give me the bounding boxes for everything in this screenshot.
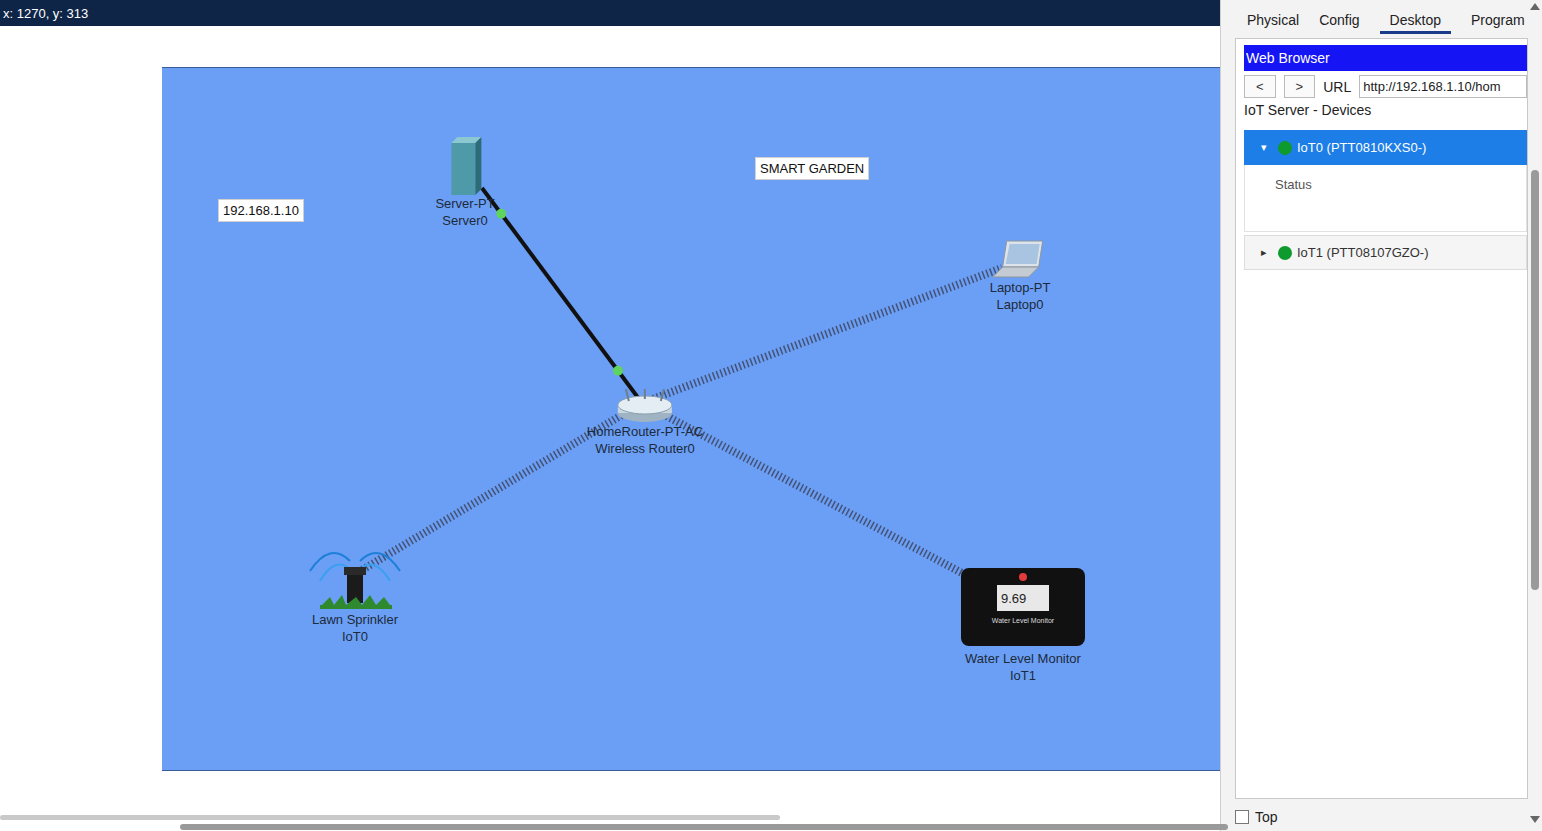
monitor-caption: Water Level Monitor [992, 617, 1054, 624]
node-model: Server-PT [435, 195, 494, 212]
node-name: IoT1 [1010, 667, 1036, 684]
device-label: IoT1 (PTT08107GZO-) [1297, 245, 1428, 260]
scroll-down-icon[interactable] [1530, 816, 1540, 823]
node-model: HomeRouter-PT-AC [587, 423, 703, 440]
link-status-icon [613, 366, 623, 376]
coordinate-bar: x: 1270, y: 313 [0, 0, 1220, 26]
network-canvas[interactable]: 192.168.1.10 SMART GARDEN Server-PTServer0… [162, 67, 1220, 771]
water-level-monitor-icon: 9.69 Water Level Monitor [961, 568, 1085, 646]
device-row[interactable]: ▸ IoT1 (PTT08107GZO-) [1244, 235, 1527, 270]
node-name: Wireless Router0 [595, 440, 695, 457]
node-name: IoT0 [342, 628, 368, 645]
led-icon [1019, 573, 1027, 581]
expand-arrow[interactable]: ▾ [1261, 141, 1273, 154]
wired-link[interactable] [482, 188, 642, 403]
canvas-note[interactable]: 192.168.1.10 [218, 199, 304, 222]
detail-field: Status [1275, 177, 1312, 192]
status-dot-icon [1278, 141, 1292, 155]
url-field[interactable]: http://192.168.1.10/hom [1359, 75, 1527, 98]
scroll-thumb[interactable] [180, 824, 1228, 830]
packet-tracer-window: x: 1270, y: 313 192.168.1.10 SMART GARDEN S… [0, 0, 1542, 831]
web-browser: Web Browser < > URL http://192.168.1.10/hom I… [1235, 38, 1528, 799]
device-row[interactable]: ▾ IoT0 (PTT0810KXS0-) [1244, 130, 1527, 165]
scroll-thumb[interactable] [0, 815, 780, 820]
browser-title: Web Browser [1244, 45, 1527, 71]
monitor-node[interactable]: 9.69 Water Level Monitor Water Level Monit… [961, 568, 1085, 684]
node-name: Server0 [442, 212, 488, 229]
forward-button[interactable]: > [1284, 75, 1316, 98]
server-node[interactable]: Server-PTServer0 [435, 137, 494, 229]
tab[interactable]: Desktop [1380, 8, 1451, 34]
horizontal-scrollbar[interactable] [0, 811, 1220, 831]
router-node[interactable]: HomeRouter-PT-ACWireless Router0 [587, 389, 703, 457]
server-icon [447, 137, 483, 195]
page-heading: IoT Server - Devices [1244, 102, 1527, 118]
back-button[interactable]: < [1244, 75, 1276, 98]
node-model: Water Level Monitor [965, 650, 1081, 667]
node-model: Lawn Sprinkler [312, 611, 398, 628]
node-name: Laptop0 [996, 296, 1043, 313]
coordinates: x: 1270, y: 313 [3, 6, 88, 21]
device-panel: Physical Config Desktop Program Web Browser <… [1220, 0, 1542, 831]
tab[interactable]: Program [1471, 8, 1525, 34]
top-checkbox[interactable] [1235, 810, 1249, 824]
scroll-thumb[interactable] [1531, 170, 1539, 590]
wireless-link[interactable] [642, 268, 1002, 403]
laptop-node[interactable]: Laptop-PTLaptop0 [990, 239, 1051, 313]
links-layer [162, 68, 1220, 772]
work-area: 192.168.1.10 SMART GARDEN Server-PTServer0… [0, 26, 1220, 811]
link-status-icon [496, 209, 506, 219]
canvas-note[interactable]: SMART GARDEN [755, 157, 869, 180]
top-option[interactable]: Top [1235, 809, 1528, 825]
device-details: Status [1244, 165, 1527, 232]
laptop-icon [993, 239, 1047, 279]
monitor-reading: 9.69 [997, 585, 1049, 611]
router-icon [615, 389, 675, 423]
top-label: Top [1255, 809, 1278, 825]
nav-bar: < > URL http://192.168.1.10/hom [1244, 75, 1527, 98]
node-model: Laptop-PT [990, 279, 1051, 296]
vertical-scrollbar[interactable] [1528, 0, 1542, 831]
tab[interactable]: Config [1319, 8, 1359, 34]
tab-bar: Physical Config Desktop Program [1235, 8, 1528, 34]
sprinkler-icon [300, 531, 410, 611]
sprinkler-node[interactable]: Lawn SprinklerIoT0 [300, 531, 410, 645]
scroll-up-icon[interactable] [1530, 3, 1540, 10]
device-label: IoT0 (PTT0810KXS0-) [1297, 140, 1426, 155]
device-list: ▾ IoT0 (PTT0810KXS0-) Status ▸ IoT1 (PTT0810… [1244, 130, 1527, 270]
workspace: x: 1270, y: 313 192.168.1.10 SMART GARDEN S… [0, 0, 1220, 831]
expand-arrow[interactable]: ▸ [1261, 246, 1273, 259]
status-dot-icon [1278, 246, 1292, 260]
panel-content: Physical Config Desktop Program Web Browser <… [1221, 0, 1528, 831]
tab[interactable]: Physical [1247, 8, 1299, 34]
url-label: URL [1323, 79, 1351, 95]
